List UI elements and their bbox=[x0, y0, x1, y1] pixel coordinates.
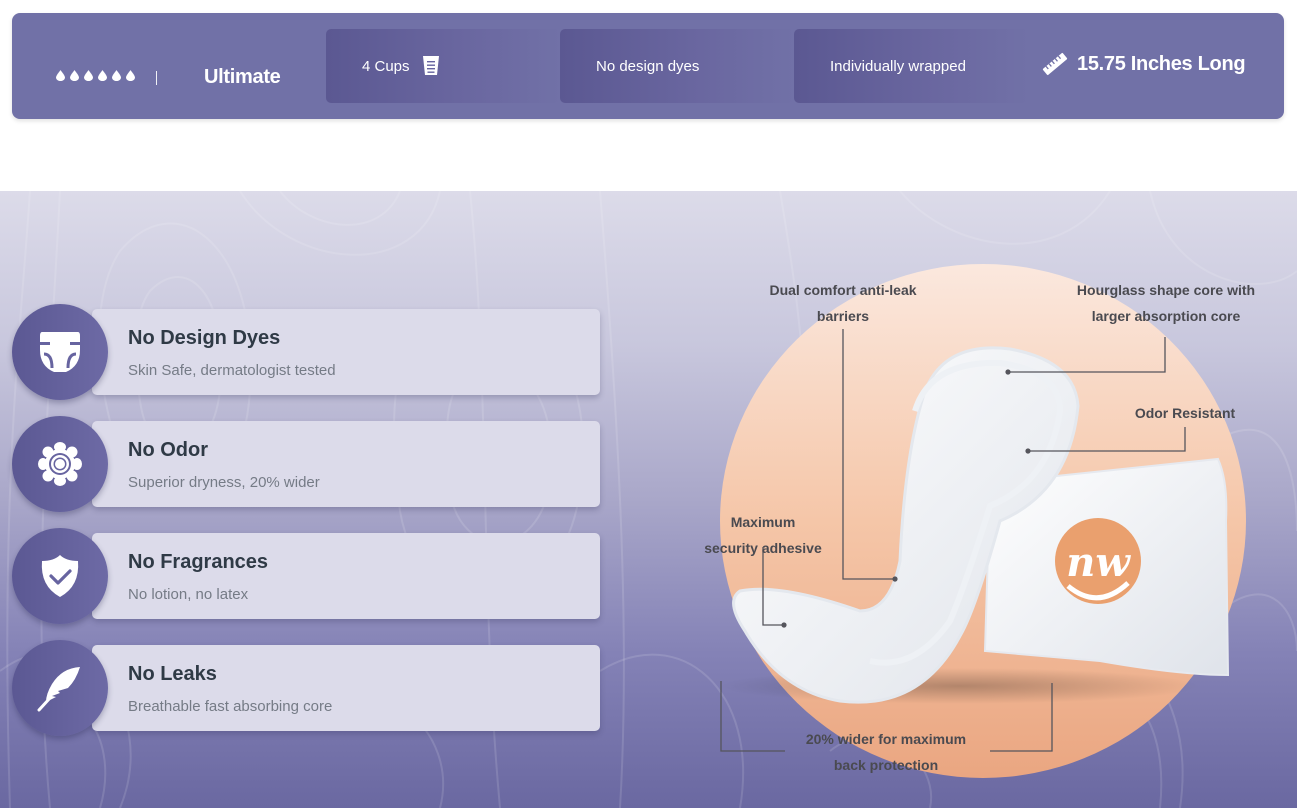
spec-chip-capacity: 4 Cups bbox=[326, 29, 561, 103]
feature-section: No Design Dyes Skin Safe, dermatologist … bbox=[0, 191, 1297, 808]
drop-icon bbox=[126, 70, 135, 81]
callout-text: back protection bbox=[833, 757, 939, 773]
spec-chip-wrapped: Individually wrapped bbox=[794, 29, 1029, 103]
drop-icon bbox=[56, 70, 65, 81]
callout-barriers: Dual comfort anti-leak barriers bbox=[755, 277, 931, 329]
callout-odor: Odor Resistant bbox=[1120, 400, 1250, 426]
drop-icon bbox=[112, 70, 121, 81]
callout-adhesive: Maximum security adhesive bbox=[695, 509, 831, 561]
brand-logo-text: nw bbox=[1066, 539, 1131, 586]
cup-icon bbox=[423, 56, 439, 75]
absorbency-level: Ultimate bbox=[204, 66, 281, 88]
callout-text: Odor Resistant bbox=[1134, 405, 1236, 421]
callout-text: Hourglass shape core with bbox=[1076, 282, 1256, 298]
capacity-label: 4 Cups bbox=[362, 58, 410, 75]
absorbency-rating bbox=[56, 70, 135, 81]
spec-chip-dyes: No design dyes bbox=[560, 29, 795, 103]
length-label: 15.75 Inches Long bbox=[1077, 52, 1246, 75]
drop-icon bbox=[70, 70, 79, 81]
callout-text: 20% wider for maximum bbox=[805, 731, 967, 747]
length-spec: 15.75 Inches Long bbox=[1041, 50, 1246, 78]
callout-text: barriers bbox=[816, 308, 870, 324]
wrapped-label: Individually wrapped bbox=[830, 58, 966, 75]
divider bbox=[156, 71, 157, 85]
dyes-label: No design dyes bbox=[596, 58, 700, 75]
callout-text: Dual comfort anti-leak bbox=[769, 282, 917, 298]
callout-text: Maximum bbox=[730, 514, 796, 530]
ruler-icon bbox=[1042, 52, 1068, 76]
drop-icon bbox=[84, 70, 93, 81]
callout-text: larger absorption core bbox=[1091, 308, 1241, 324]
callout-core: Hourglass shape core with larger absorpt… bbox=[1062, 277, 1270, 329]
callout-text: security adhesive bbox=[704, 540, 822, 556]
drop-icon bbox=[98, 70, 107, 81]
callout-wider: 20% wider for maximum back protection bbox=[786, 726, 986, 778]
